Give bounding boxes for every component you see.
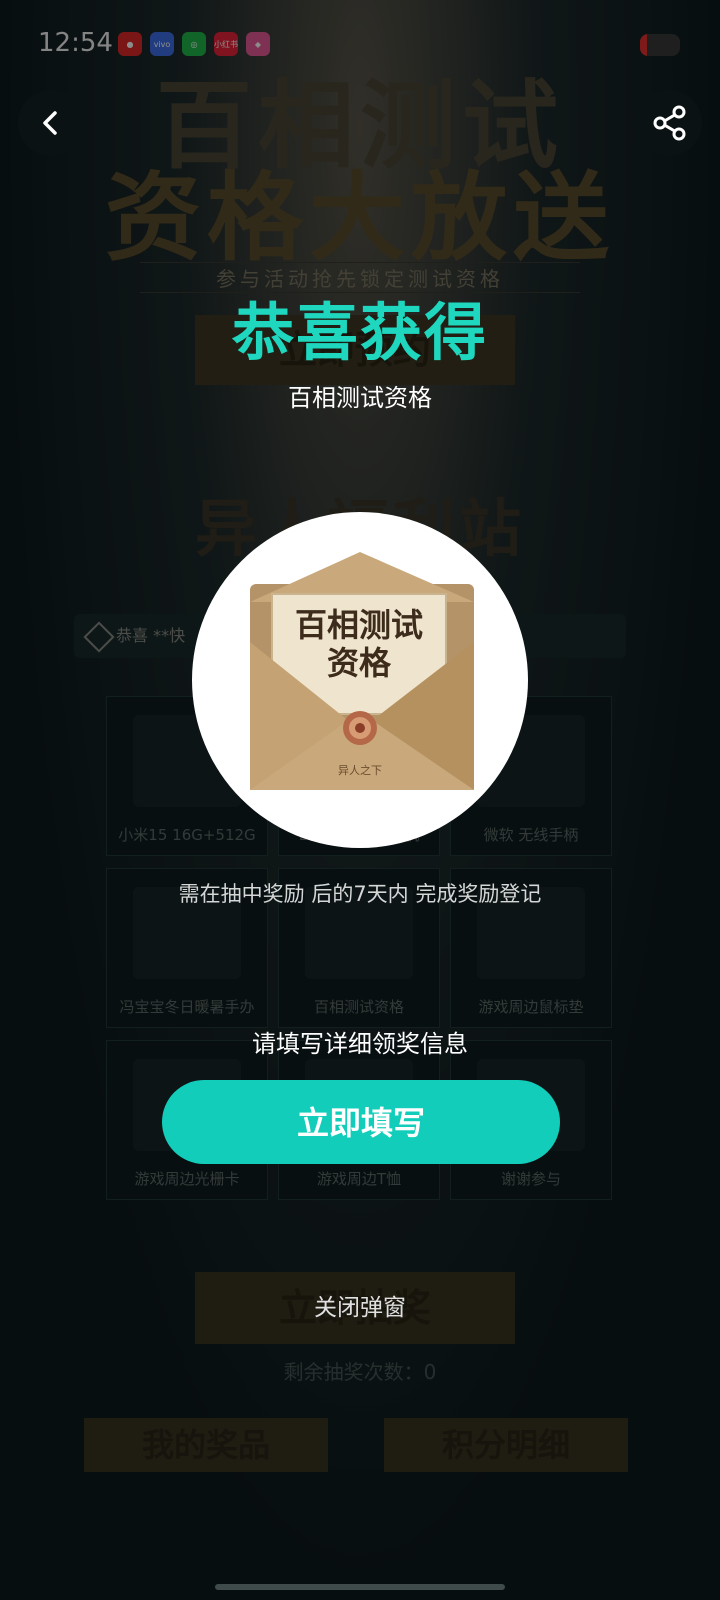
- modal-note: 需在抽中奖励 后的7天内 完成奖励登记: [178, 882, 542, 906]
- fill-now-button[interactable]: 立即填写: [162, 1080, 560, 1164]
- chevron-left-icon: [43, 111, 57, 135]
- prize-image-circle: 百相测试 资格 异人之下: [192, 512, 528, 848]
- envelope-footer: 异人之下: [338, 763, 382, 777]
- share-button[interactable]: [636, 90, 702, 156]
- home-indicator[interactable]: [215, 1584, 505, 1590]
- modal-prize-name: 百相测试资格: [288, 384, 432, 412]
- close-modal-button[interactable]: 关闭弹窗: [0, 1288, 720, 1322]
- fill-prompt: 请填写详细领奖信息: [252, 1030, 468, 1058]
- envelope-line2: 资格: [327, 644, 392, 682]
- envelope-icon: 百相测试 资格 异人之下: [250, 552, 474, 790]
- back-button[interactable]: [18, 90, 84, 156]
- share-icon: [653, 105, 686, 141]
- modal-title: 恭喜获得: [231, 296, 488, 369]
- envelope-line1: 百相测试: [295, 606, 423, 644]
